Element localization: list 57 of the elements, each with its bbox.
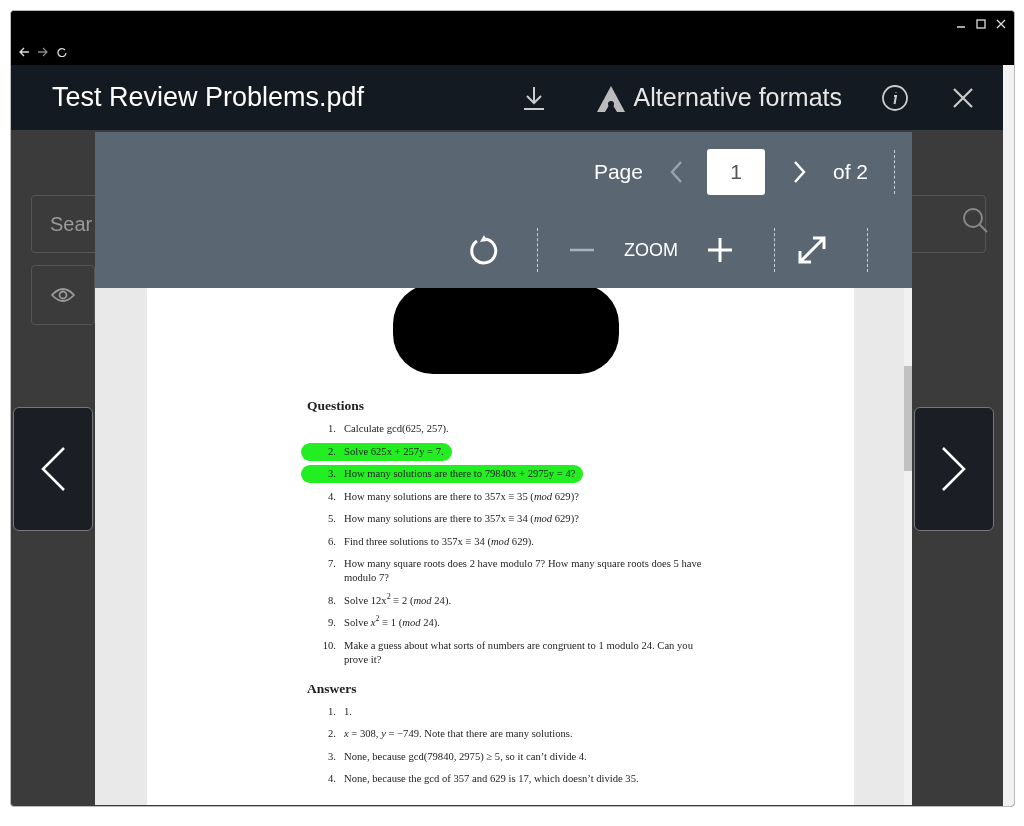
item-number: 8. [327, 593, 336, 608]
maximize-icon[interactable] [976, 19, 986, 29]
item-number: 10. [321, 638, 336, 653]
window-scrollbar[interactable] [1003, 65, 1014, 806]
next-button[interactable] [914, 407, 994, 531]
item-text: How many solutions are there to 357x ≡ 34 (mod 629)? [344, 512, 579, 526]
item-number: 6. [327, 534, 336, 549]
item-number: 1. [327, 704, 336, 719]
back-icon[interactable] [19, 47, 30, 57]
item-text: How many square roots does 2 have modulo 7? How many square roots does 5 have modulo 7? [344, 557, 702, 585]
item-text: 1. [344, 704, 352, 719]
zoom-in-icon[interactable] [708, 238, 732, 262]
item-number: 5. [327, 512, 336, 526]
item-text: How many solutions are there to 357x ≡ 35 (mod 629)? [344, 489, 579, 504]
item-text: Make a guess about what sorts of numbers are congruent to 1 modulo 24. Can you prove it? [344, 638, 694, 667]
document-title: Test Review Problems.pdf [52, 82, 366, 113]
close-window-icon[interactable] [996, 19, 1006, 29]
reload-icon[interactable] [57, 47, 68, 57]
close-icon[interactable] [952, 86, 974, 109]
item-number: 2. [327, 727, 336, 741]
page-number-field[interactable]: 1 [706, 149, 765, 195]
forward-icon[interactable] [38, 47, 49, 57]
item-text: Find three solutions to 357x ≡ 34 (mod 629). [344, 534, 534, 549]
alternative-formats-button[interactable]: Alternative formats [595, 83, 842, 112]
eye-icon [51, 286, 75, 304]
item-number: 4. [327, 772, 336, 786]
section-heading: Answers [307, 680, 358, 697]
expand-icon[interactable] [797, 235, 827, 265]
visibility-button[interactable] [31, 265, 95, 325]
zoom-label: ZOOM [624, 239, 678, 261]
item-text: None, because the gcd of 357 and 629 is 17, which doesn’t divide 35. [344, 772, 639, 786]
item-text: How many solutions are there to 79840x + 2975y = 4? [344, 467, 576, 481]
item-number: 3. [327, 467, 336, 481]
page-count: of 2 [832, 160, 868, 184]
next-page-icon[interactable] [792, 160, 807, 184]
item-number: 1. [327, 422, 336, 436]
item-number: 2. [327, 444, 336, 459]
info-icon[interactable] [882, 84, 908, 111]
item-text: Solve 625x + 257y = 7. [344, 444, 444, 459]
item-text: Calculate gcd(625, 257). [344, 422, 449, 436]
item-text: Solve x$^{2}$ ≡ 1 (mod 24). [344, 616, 440, 630]
item-number: 4. [327, 489, 336, 504]
search-icon[interactable] [962, 207, 988, 233]
item-text: None, because gcd(79840, 2975) ≥ 5, so it can’t divide 4. [344, 749, 587, 764]
item-number: 3. [327, 749, 336, 764]
item-text: x = 308, y = −749. Note that there are many solutions. [344, 727, 573, 741]
scrollbar[interactable] [904, 288, 912, 805]
rotate-icon[interactable] [469, 235, 499, 265]
download-icon[interactable] [521, 84, 546, 111]
item-number: 9. [327, 616, 336, 630]
item-number: 7. [327, 557, 336, 571]
previous-button[interactable] [13, 407, 93, 531]
chevron-left-icon [40, 446, 66, 492]
page-label: Page [593, 160, 643, 184]
item-text: Solve 12x$^{2}$ ≡ 2 (mod 24). [344, 593, 452, 608]
section-heading: Questions [307, 398, 365, 414]
chevron-right-icon [941, 446, 967, 492]
